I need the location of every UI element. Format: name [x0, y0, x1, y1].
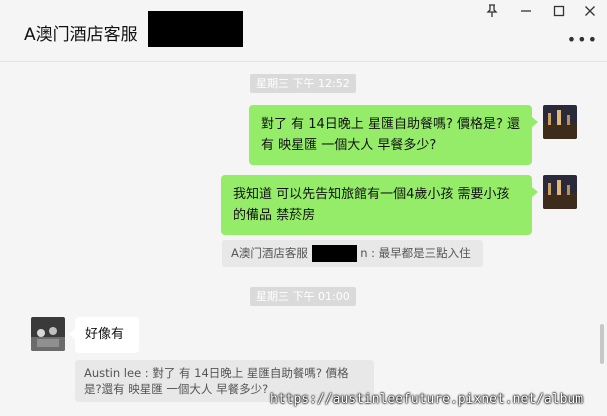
quote-text: n : 最早都是三點入住 — [360, 246, 471, 260]
close-icon[interactable] — [580, 4, 600, 22]
message-bubble-outgoing[interactable]: 我知道 可以先告知旅館有一個4歲小孩 需要小孩的備品 禁菸房 — [221, 175, 538, 235]
avatar[interactable] — [543, 105, 577, 139]
scrollbar[interactable] — [600, 324, 604, 364]
watermark-url: https://austinleefuture.pixnet.net/album — [270, 392, 584, 407]
title-bar: A澳门酒店客服 ••• — [0, 0, 607, 62]
pin-icon[interactable] — [482, 4, 502, 22]
message-text: 好像有 — [85, 327, 125, 342]
message-bubble-outgoing[interactable]: 對了 有 14日晚上 星匯自助餐嗎? 價格是? 還有 映星匯 一個大人 早餐多少… — [249, 105, 538, 165]
message-text: 我知道 可以先告知旅館有一個4歲小孩 需要小孩的備品 禁菸房 — [233, 187, 510, 223]
redaction-box — [148, 11, 243, 47]
timestamp: 星期三 下午 01:00 — [250, 287, 356, 306]
maximize-icon[interactable] — [549, 4, 569, 22]
minimize-icon[interactable] — [516, 4, 536, 22]
message-bubble-incoming[interactable]: 好像有 — [69, 317, 139, 353]
message-text: 對了 有 14日晚上 星匯自助餐嗎? 價格是? 還有 映星匯 一個大人 早餐多少… — [261, 117, 521, 153]
more-icon[interactable]: ••• — [567, 30, 598, 49]
quote-sender: A澳门酒店客服 — [231, 246, 308, 260]
redaction-box — [311, 245, 357, 262]
chat-title: A澳门酒店客服 — [24, 25, 138, 45]
avatar[interactable] — [31, 317, 65, 351]
avatar[interactable] — [543, 175, 577, 209]
timestamp: 星期三 下午 12:52 — [250, 74, 356, 93]
chat-area[interactable]: 星期三 下午 12:52 對了 有 14日晚上 星匯自助餐嗎? 價格是? 還有 … — [0, 62, 607, 416]
quoted-message[interactable]: A澳门酒店客服 n : 最早都是三點入住 — [222, 240, 483, 267]
